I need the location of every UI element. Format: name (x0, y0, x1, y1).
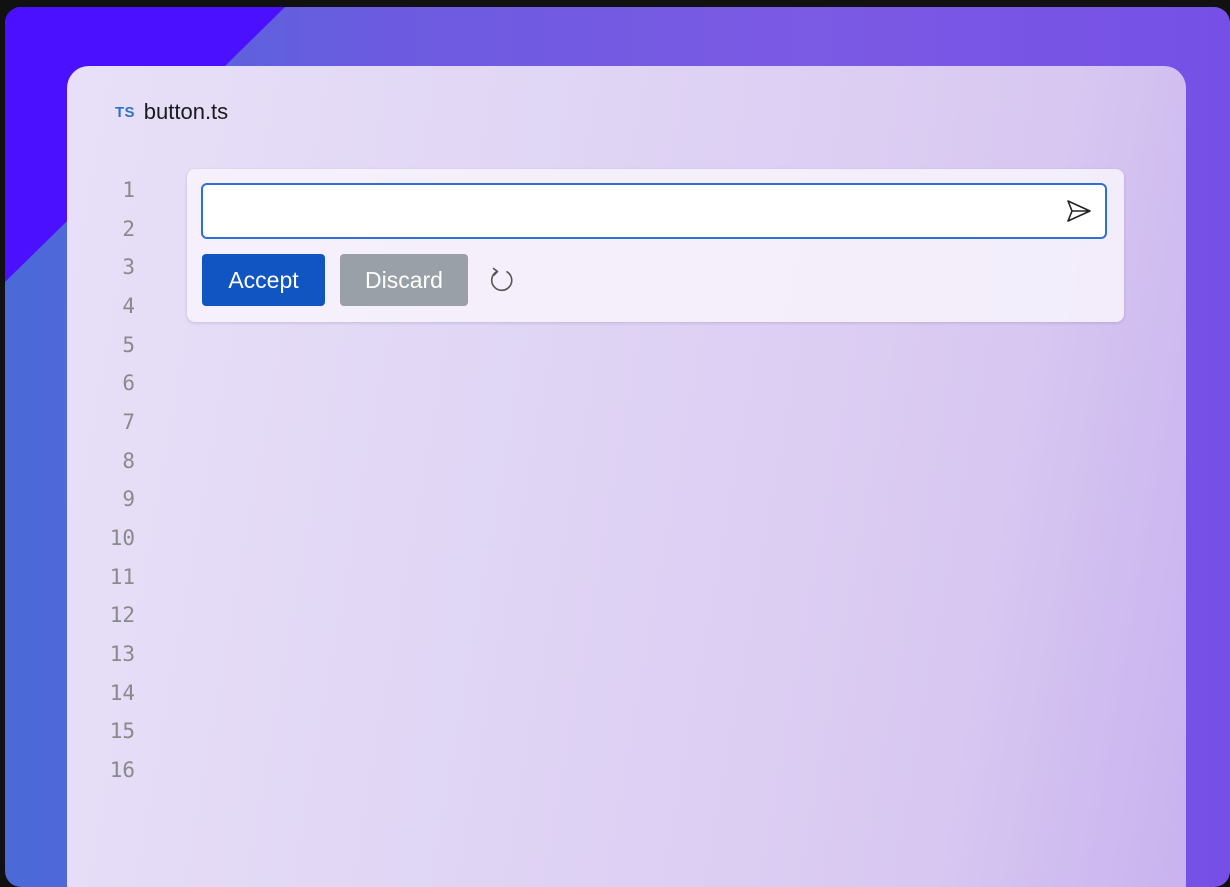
line-number: 3 (122, 255, 135, 280)
line-number: 16 (109, 757, 135, 782)
discard-button[interactable]: Discard (340, 254, 468, 306)
window-background (5, 7, 1230, 887)
typescript-icon: TS (115, 103, 135, 121)
inline-prompt-widget: Accept Discard (187, 169, 1124, 322)
line-number: 1 (122, 178, 135, 202)
line-number: 11 (109, 564, 135, 589)
file-tab[interactable]: TS button.ts (115, 99, 228, 125)
line-number: 4 (122, 293, 135, 318)
line-number: 5 (122, 332, 135, 357)
refresh-icon[interactable] (486, 265, 516, 295)
line-number: 15 (109, 719, 135, 744)
prompt-input[interactable] (213, 185, 1057, 239)
line-number: 13 (109, 641, 135, 666)
line-number: 7 (122, 409, 135, 434)
line-number: 14 (109, 680, 135, 705)
send-icon[interactable] (1065, 198, 1093, 224)
accept-button[interactable]: Accept (202, 254, 325, 306)
line-number: 9 (122, 487, 135, 512)
line-number: 10 (109, 525, 135, 550)
line-number: 2 (122, 216, 135, 241)
line-number: 8 (122, 448, 135, 473)
prompt-input-container (201, 183, 1107, 239)
line-number: 6 (122, 371, 135, 396)
file-name: button.ts (143, 99, 229, 124)
line-number: 12 (109, 603, 135, 628)
prompt-actions: Accept Discard (202, 254, 516, 306)
line-number-gutter: 1 2 3 4 5 6 7 8 9 10 11 12 13 14 15 16 (95, 176, 135, 795)
